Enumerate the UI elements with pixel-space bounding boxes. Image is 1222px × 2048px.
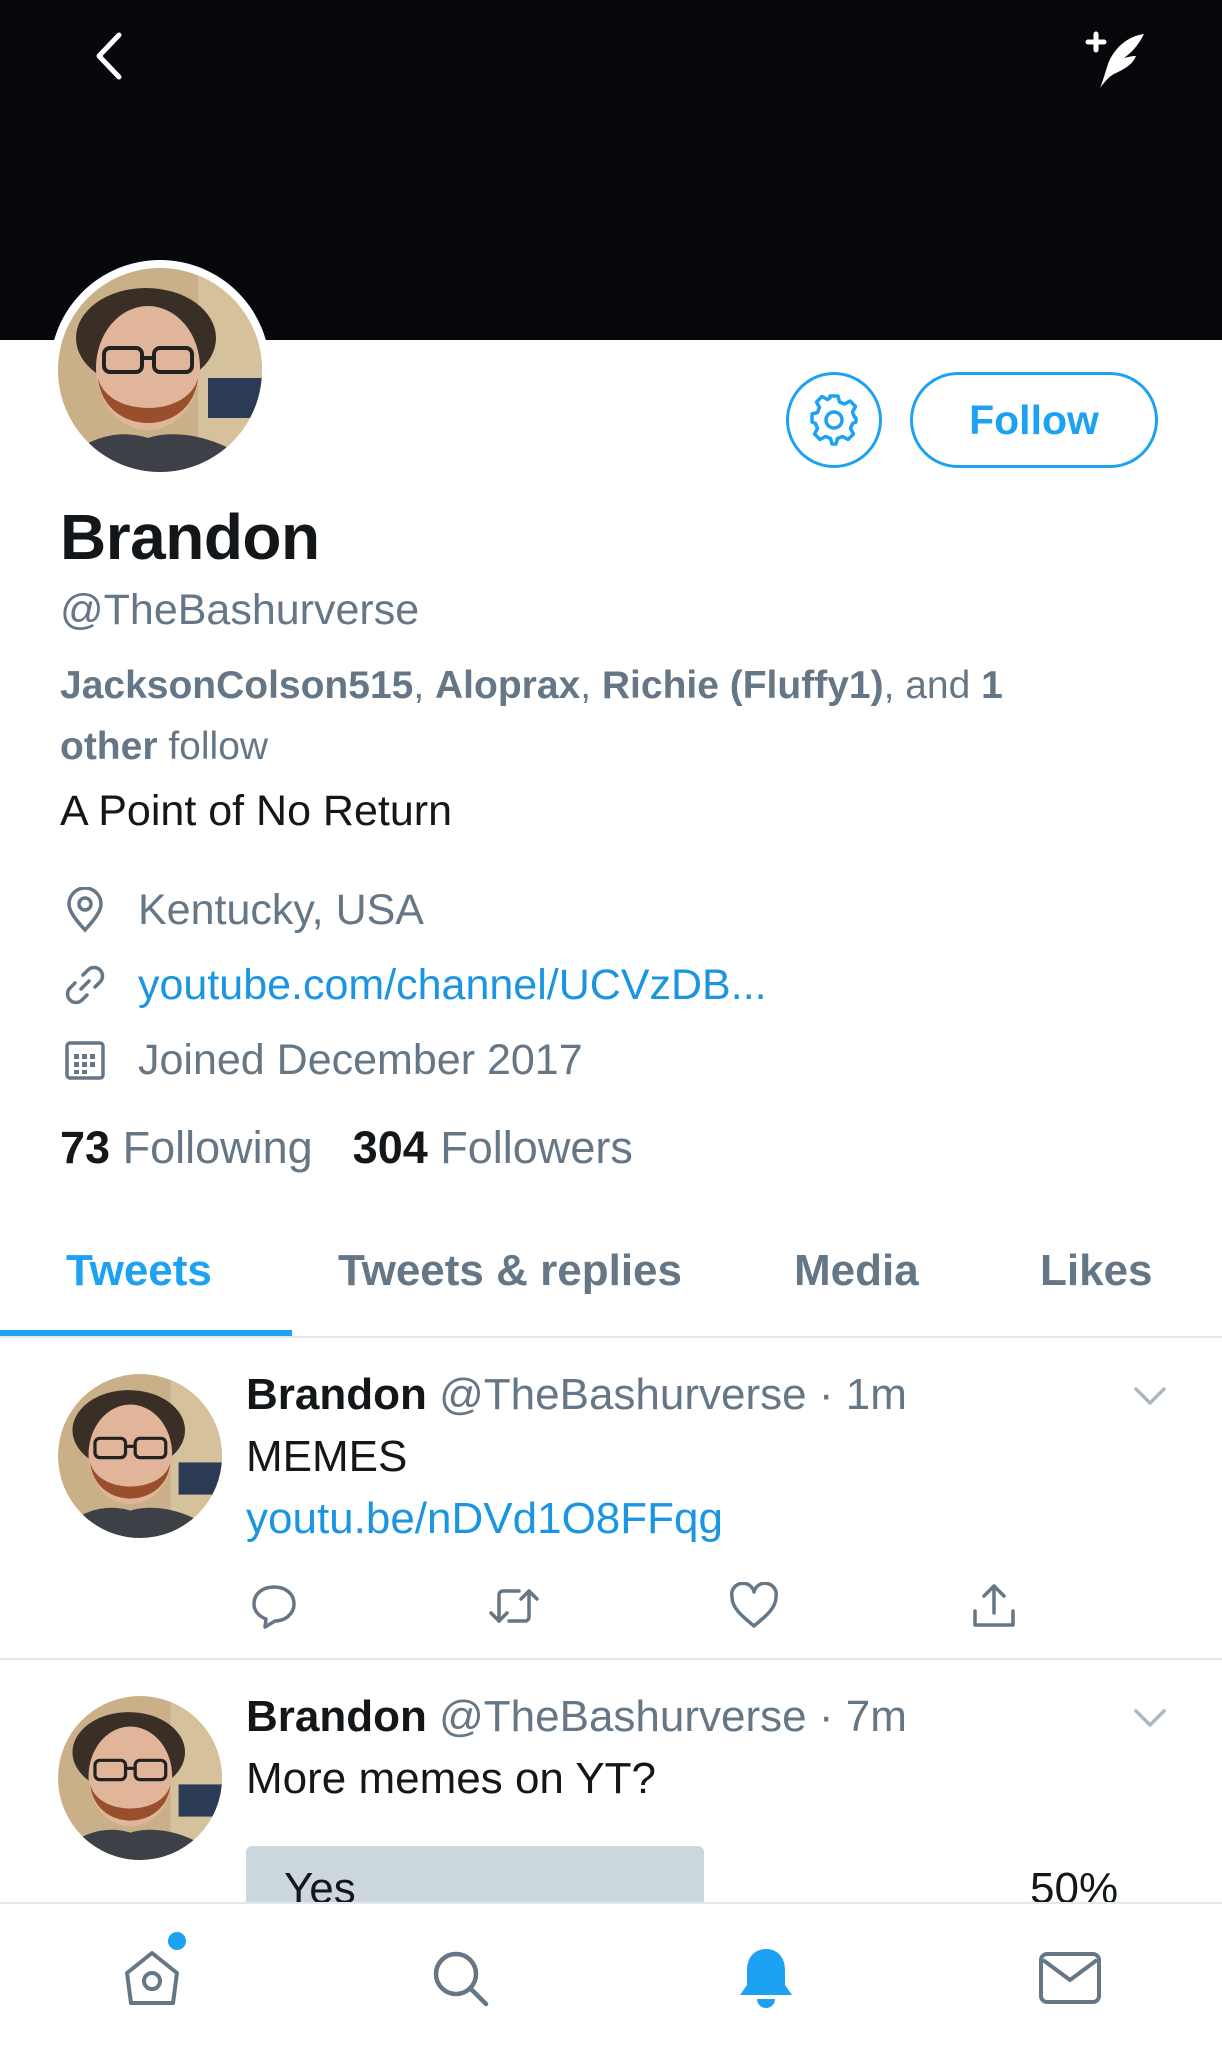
back-button[interactable] bbox=[78, 26, 138, 86]
profile-joined: Joined December 2017 bbox=[60, 1030, 583, 1090]
followers-count: 304 bbox=[352, 1122, 428, 1173]
link-icon bbox=[60, 960, 110, 1010]
retweet-icon bbox=[489, 1589, 539, 1623]
separator: , and bbox=[883, 664, 982, 707]
profile-name: Brandon bbox=[60, 501, 320, 573]
tweet-menu-button[interactable] bbox=[1128, 1374, 1172, 1418]
following-link[interactable]: 73 Following bbox=[60, 1122, 313, 1173]
share-icon bbox=[973, 1584, 1015, 1627]
avatar-photo bbox=[58, 1696, 222, 1860]
compose-tweet-button[interactable] bbox=[1080, 24, 1152, 96]
profile-website[interactable]: youtube.com/channel/UCVzDB... bbox=[60, 955, 767, 1015]
mail-icon bbox=[1039, 1952, 1101, 2004]
tweet-author-handle: @TheBashurverse bbox=[439, 1692, 807, 1741]
tab-likes[interactable]: Likes bbox=[1040, 1226, 1153, 1338]
followers-label: Followers bbox=[440, 1122, 633, 1173]
following-label: Following bbox=[122, 1122, 313, 1173]
nav-notifications[interactable] bbox=[726, 1938, 806, 2018]
retweet-button[interactable] bbox=[486, 1578, 542, 1634]
avatar-photo bbox=[58, 268, 262, 472]
search-icon bbox=[433, 1951, 489, 2007]
location-text: Kentucky, USA bbox=[138, 885, 424, 934]
joined-text: Joined December 2017 bbox=[138, 1035, 583, 1084]
settings-button[interactable] bbox=[786, 372, 882, 468]
location-pin-icon bbox=[60, 885, 110, 935]
tweet-item[interactable]: Brandon @TheBashurverse · 7m More memes … bbox=[0, 1662, 1222, 1926]
follower-name: JacksonColson515 bbox=[60, 664, 414, 707]
profile-handle: @TheBashurverse bbox=[60, 586, 420, 634]
active-tab-indicator bbox=[0, 1330, 292, 1336]
compose-feather-icon bbox=[1085, 31, 1144, 88]
chevron-left-icon bbox=[96, 32, 122, 80]
tweet-timestamp: · 7m bbox=[818, 1692, 907, 1741]
reply-button[interactable] bbox=[246, 1578, 302, 1634]
share-button[interactable] bbox=[966, 1578, 1022, 1634]
tweet-text: MEMES bbox=[246, 1432, 408, 1481]
home-icon bbox=[125, 1951, 179, 2005]
following-count: 73 bbox=[60, 1122, 111, 1173]
tweet-menu-button[interactable] bbox=[1128, 1696, 1172, 1740]
other-word: other bbox=[60, 725, 158, 768]
nav-home[interactable] bbox=[112, 1938, 192, 2018]
separator: , bbox=[580, 664, 602, 707]
chevron-down-icon bbox=[1134, 1709, 1166, 1727]
tweet-link[interactable]: youtu.be/nDVd1O8FFqg bbox=[246, 1494, 723, 1544]
tweet-author-name[interactable]: Brandon bbox=[246, 1370, 427, 1419]
chevron-down-icon bbox=[1134, 1387, 1166, 1405]
tweet-avatar[interactable] bbox=[58, 1696, 222, 1860]
calendar-icon bbox=[60, 1035, 110, 1085]
follower-name: Richie (Fluffy1) bbox=[601, 664, 884, 707]
tweet-item[interactable]: Brandon @TheBashurverse · 1m MEMES youtu… bbox=[0, 1340, 1222, 1660]
bell-icon bbox=[740, 1949, 792, 2008]
separator: , bbox=[413, 664, 435, 707]
tweet-actions bbox=[246, 1578, 1026, 1638]
nav-search[interactable] bbox=[420, 1938, 500, 2018]
gear-icon bbox=[810, 394, 858, 446]
profile-avatar[interactable] bbox=[50, 260, 270, 480]
reply-icon bbox=[252, 1585, 296, 1629]
followed-by-text[interactable]: JacksonColson515, Aloprax, Richie (Fluff… bbox=[60, 655, 1120, 777]
followers-link[interactable]: 304 Followers bbox=[353, 1122, 633, 1173]
tweet-avatar[interactable] bbox=[58, 1374, 222, 1538]
like-button[interactable] bbox=[726, 1578, 782, 1634]
website-link[interactable]: youtube.com/channel/UCVzDB... bbox=[138, 961, 767, 1010]
bottom-tab-bar bbox=[0, 1902, 1222, 2048]
heart-icon bbox=[729, 1582, 779, 1628]
tweet-text: More memes on YT? bbox=[246, 1754, 657, 1803]
tweet-author-handle: @TheBashurverse bbox=[439, 1370, 807, 1419]
profile-bio: A Point of No Return bbox=[60, 787, 452, 835]
tab-tweets-and-replies[interactable]: Tweets & replies bbox=[338, 1226, 682, 1338]
tweet-header: Brandon @TheBashurverse · 1m bbox=[246, 1370, 907, 1420]
home-new-indicator bbox=[168, 1932, 186, 1950]
nav-messages[interactable] bbox=[1030, 1938, 1110, 2018]
profile-location: Kentucky, USA bbox=[60, 880, 424, 940]
follow-button[interactable]: Follow bbox=[910, 372, 1158, 468]
avatar-photo bbox=[58, 1374, 222, 1538]
profile-tabs: Tweets Tweets & replies Media Likes bbox=[0, 1226, 1222, 1338]
tweet-author-name[interactable]: Brandon bbox=[246, 1692, 427, 1741]
other-count: 1 bbox=[981, 664, 1003, 707]
follower-name: Aloprax bbox=[435, 664, 581, 707]
follow-suffix: follow bbox=[157, 725, 269, 768]
tweet-timestamp: · 1m bbox=[818, 1370, 907, 1419]
tweet-header: Brandon @TheBashurverse · 7m bbox=[246, 1692, 907, 1742]
tab-tweets[interactable]: Tweets bbox=[66, 1226, 212, 1338]
follow-counts: 73 Following 304 Followers bbox=[60, 1122, 633, 1174]
tab-media[interactable]: Media bbox=[794, 1226, 919, 1338]
